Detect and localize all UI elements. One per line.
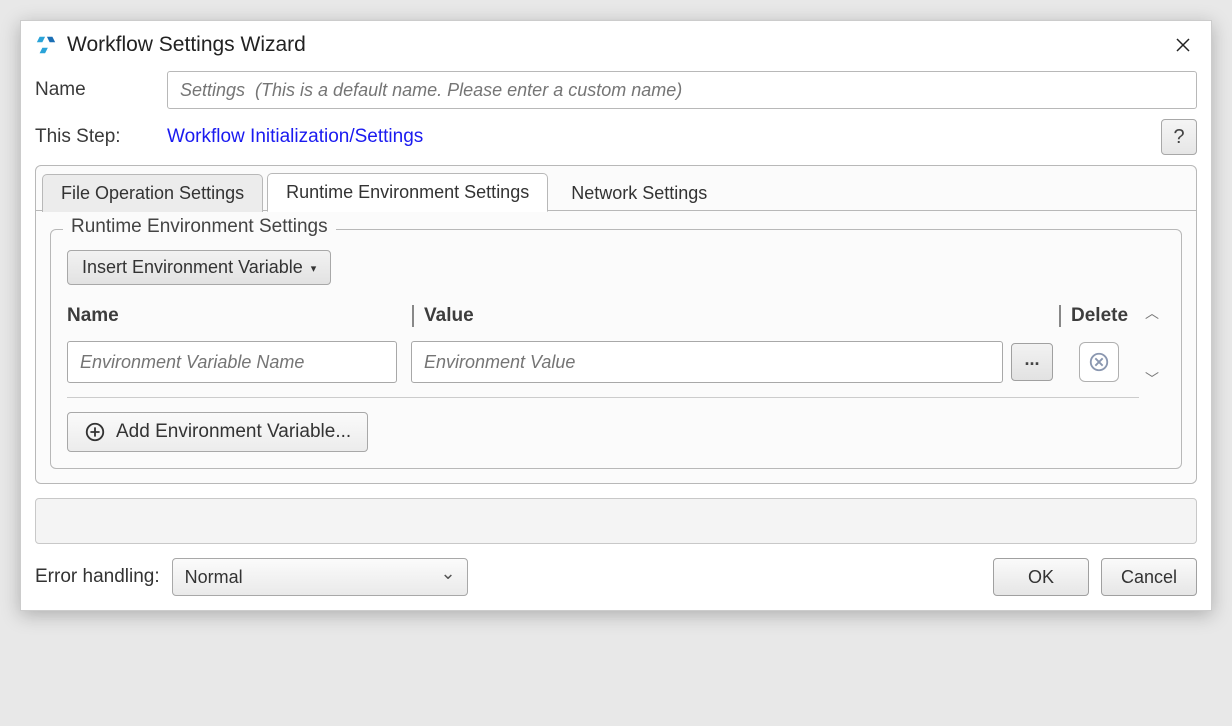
scroll-up-icon[interactable]: ︿ — [1145, 303, 1159, 323]
header-name: Name — [67, 305, 412, 327]
header-value: Value — [412, 305, 1059, 327]
plus-circle-icon — [84, 421, 106, 443]
help-icon: ? — [1173, 126, 1184, 149]
env-var-header: Name Value Delete — [67, 301, 1139, 335]
error-handling-select[interactable]: Normal — [172, 558, 468, 596]
env-var-value-input[interactable] — [411, 341, 1003, 383]
env-var-row: ... — [67, 335, 1139, 398]
add-env-var-label: Add Environment Variable... — [116, 421, 351, 443]
name-input[interactable] — [167, 71, 1197, 109]
step-link[interactable]: Workflow Initialization/Settings — [167, 126, 423, 148]
tab-runtime-environment-settings[interactable]: Runtime Environment Settings — [267, 173, 548, 212]
add-env-var-button[interactable]: Add Environment Variable... — [67, 412, 368, 452]
env-var-delete-button[interactable] — [1079, 342, 1119, 382]
insert-env-var-button[interactable]: Insert Environment Variable ▾ — [67, 250, 331, 285]
ok-button[interactable]: OK — [993, 558, 1089, 596]
close-button[interactable] — [1169, 31, 1197, 59]
step-label: This Step: — [35, 126, 155, 148]
tab-content-runtime: Runtime Environment Settings Insert Envi… — [36, 210, 1196, 483]
tabs-area: File Operation Settings Runtime Environm… — [35, 165, 1197, 484]
close-icon — [1174, 36, 1192, 54]
env-var-value-browse-button[interactable]: ... — [1011, 343, 1053, 381]
tab-network-settings[interactable]: Network Settings — [552, 174, 726, 212]
scroll-down-icon[interactable]: ﹀ — [1145, 369, 1159, 389]
header-delete: Delete — [1059, 305, 1139, 327]
insert-env-var-label: Insert Environment Variable — [82, 257, 303, 278]
delete-circle-x-icon — [1088, 351, 1110, 373]
error-handling-label: Error handling: — [35, 566, 160, 588]
tab-row: File Operation Settings Runtime Environm… — [36, 166, 1196, 211]
cancel-button[interactable]: Cancel — [1101, 558, 1197, 596]
tab-file-operation-settings[interactable]: File Operation Settings — [42, 174, 263, 212]
dialog-footer: Error handling: Normal OK Cancel — [21, 558, 1211, 610]
lower-panel — [35, 498, 1197, 544]
env-var-scrollbar[interactable]: ︿ ﹀ — [1139, 301, 1165, 391]
dropdown-indicator-icon: ▾ — [311, 262, 317, 275]
env-var-name-input[interactable] — [67, 341, 397, 383]
app-icon — [35, 34, 57, 56]
name-label: Name — [35, 79, 155, 101]
runtime-fieldset: Runtime Environment Settings Insert Envi… — [50, 229, 1182, 469]
workflow-settings-dialog: Workflow Settings Wizard Name This Step:… — [20, 20, 1212, 611]
titlebar: Workflow Settings Wizard — [21, 21, 1211, 67]
dialog-title: Workflow Settings Wizard — [67, 33, 306, 57]
help-button[interactable]: ? — [1161, 119, 1197, 155]
runtime-legend: Runtime Environment Settings — [63, 216, 336, 238]
